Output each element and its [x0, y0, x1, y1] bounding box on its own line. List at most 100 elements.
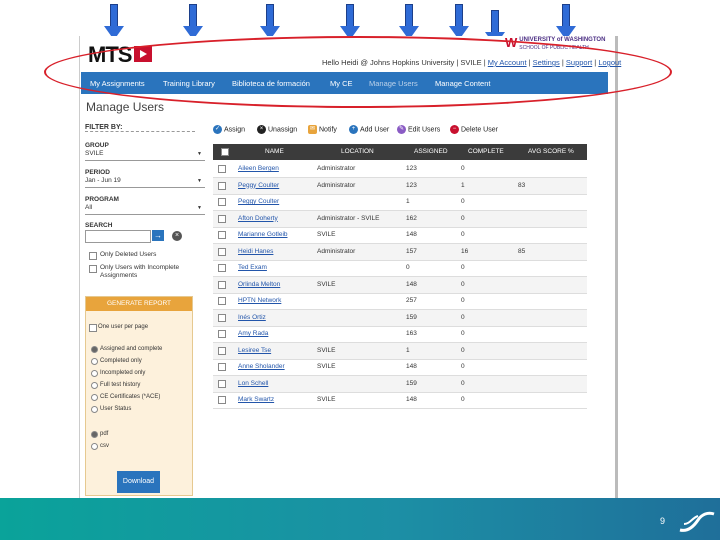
- format-csv-radio[interactable]: [91, 443, 98, 450]
- table-row[interactable]: Afton Doherty Administrator - SVILE 162 0: [213, 210, 587, 228]
- program-select[interactable]: All ▼: [85, 204, 205, 215]
- location-cell: SVILE: [317, 280, 336, 288]
- assign-button[interactable]: ✓ Assign: [213, 125, 245, 134]
- plus-icon: +: [349, 125, 358, 134]
- unassign-button[interactable]: × Unassign: [257, 125, 297, 134]
- column-name[interactable]: NAME: [265, 148, 284, 155]
- table-row[interactable]: Ted Exam 0 0: [213, 260, 587, 277]
- option-incompleted-only-radio[interactable]: [91, 370, 98, 377]
- table-row[interactable]: Marianne Gotleib SVILE 148 0: [213, 227, 587, 244]
- edit-users-button[interactable]: ✎ Edit Users: [397, 125, 440, 134]
- row-checkbox[interactable]: [218, 379, 226, 388]
- table-row[interactable]: Anne Sholander SVILE 148 0: [213, 359, 587, 376]
- complete-cell: 16: [461, 247, 469, 255]
- row-checkbox[interactable]: [218, 165, 226, 173]
- user-name-link[interactable]: Ted Exam: [238, 264, 267, 271]
- table-row[interactable]: Mark Swartz SVILE 148 0: [213, 392, 587, 409]
- only-incomplete-checkbox[interactable]: [89, 265, 97, 273]
- table-row[interactable]: Amy Rada 163 0: [213, 326, 587, 343]
- option-label: User Status: [100, 406, 132, 412]
- select-all-checkbox[interactable]: [221, 148, 229, 156]
- complete-cell: 0: [461, 346, 465, 354]
- one-user-per-page-label: One user per page: [98, 324, 149, 330]
- row-checkbox[interactable]: [218, 363, 226, 371]
- x-icon: ×: [257, 125, 266, 134]
- option-user-status-radio[interactable]: [91, 406, 98, 413]
- format-pdf-radio[interactable]: [91, 431, 98, 438]
- option-label: Incompleted only: [100, 370, 146, 376]
- user-name-link[interactable]: Lon Schell: [238, 380, 268, 387]
- table-row[interactable]: Orlinda Melton SVILE 148 0: [213, 276, 587, 294]
- row-checkbox[interactable]: [218, 214, 226, 223]
- download-button[interactable]: Download: [117, 471, 160, 493]
- row-checkbox[interactable]: [218, 181, 226, 190]
- assigned-cell: 257: [406, 297, 417, 304]
- column-avg-score[interactable]: AVG SCORE %: [528, 148, 574, 155]
- caret-down-icon: ▼: [197, 178, 202, 184]
- avg-score-cell: 83: [518, 181, 526, 189]
- user-name-link[interactable]: Lesiree Tse: [238, 347, 271, 354]
- user-name-link[interactable]: Aileen Bergen: [238, 165, 279, 172]
- check-icon: ✓: [213, 125, 222, 134]
- location-cell: SVILE: [317, 346, 336, 354]
- option-assigned-complete-radio[interactable]: [91, 346, 98, 353]
- row-checkbox[interactable]: [218, 396, 226, 404]
- option-completed-only-radio[interactable]: [91, 358, 98, 365]
- only-deleted-checkbox[interactable]: [89, 252, 97, 260]
- row-checkbox[interactable]: [218, 264, 226, 272]
- table-row[interactable]: HPTN Network 257 0: [213, 293, 587, 310]
- row-checkbox[interactable]: [218, 313, 226, 322]
- caret-down-icon: ▼: [197, 151, 202, 157]
- group-select[interactable]: SVILE ▼: [85, 150, 205, 161]
- complete-cell: 0: [461, 280, 465, 288]
- column-assigned[interactable]: ASSIGNED: [414, 148, 448, 155]
- table-row[interactable]: Lesiree Tse SVILE 1 0: [213, 342, 587, 360]
- table-row[interactable]: Peggy Coulter 1 0: [213, 194, 587, 211]
- search-go-arrow-icon[interactable]: →: [152, 230, 164, 241]
- user-name-link[interactable]: Peggy Coulter: [238, 198, 279, 205]
- complete-cell: 0: [461, 313, 465, 321]
- generate-report-button[interactable]: GENERATE REPORT: [86, 297, 192, 311]
- user-name-link[interactable]: Amy Rada: [238, 330, 268, 337]
- user-name-link[interactable]: Inés Ortiz: [238, 314, 266, 321]
- row-checkbox[interactable]: [218, 231, 226, 239]
- row-checkbox[interactable]: [218, 280, 226, 289]
- search-input[interactable]: [85, 230, 151, 243]
- one-user-per-page-checkbox[interactable]: [89, 324, 97, 332]
- user-name-link[interactable]: HPTN Network: [238, 297, 281, 304]
- highlight-ellipse: [44, 36, 672, 108]
- notify-button[interactable]: ✉ Notify: [308, 125, 337, 134]
- table-row[interactable]: Aileen Bergen Administrator 123 0: [213, 161, 587, 178]
- table-row[interactable]: Peggy Coulter Administrator 123 1 83: [213, 177, 587, 195]
- option-ce-certificates-radio[interactable]: [91, 394, 98, 401]
- option-full-test-history-radio[interactable]: [91, 382, 98, 389]
- search-clear-icon[interactable]: ×: [172, 231, 182, 241]
- row-checkbox[interactable]: [218, 346, 226, 355]
- envelope-icon: ✉: [308, 125, 317, 134]
- user-name-link[interactable]: Heidi Hanes: [238, 248, 273, 255]
- minus-icon: −: [450, 125, 459, 134]
- slide-footer: [0, 498, 720, 540]
- period-select[interactable]: Jan - Jun 19 ▼: [85, 177, 205, 188]
- table-row[interactable]: Heidi Hanes Administrator 157 16 85: [213, 243, 587, 261]
- user-name-link[interactable]: Peggy Coulter: [238, 182, 279, 189]
- column-complete[interactable]: COMPLETE: [468, 148, 504, 155]
- user-name-link[interactable]: Marianne Gotleib: [238, 231, 288, 238]
- table-row[interactable]: Inés Ortiz 159 0: [213, 309, 587, 327]
- user-name-link[interactable]: Orlinda Melton: [238, 281, 280, 288]
- complete-cell: 0: [461, 396, 465, 403]
- user-name-link[interactable]: Anne Sholander: [238, 363, 285, 370]
- table-row[interactable]: Lon Schell 159 0: [213, 375, 587, 393]
- row-checkbox[interactable]: [218, 198, 226, 206]
- only-incomplete-label: Only Users with Incomplete Assignments: [100, 264, 180, 279]
- page-title: Manage Users: [86, 100, 165, 114]
- add-user-button[interactable]: + Add User: [349, 125, 389, 134]
- row-checkbox[interactable]: [218, 330, 226, 338]
- row-checkbox[interactable]: [218, 247, 226, 256]
- user-name-link[interactable]: Mark Swartz: [238, 396, 274, 403]
- caret-down-icon: ▼: [197, 205, 202, 211]
- delete-user-button[interactable]: − Delete User: [450, 125, 498, 134]
- column-location[interactable]: LOCATION: [341, 148, 374, 155]
- user-name-link[interactable]: Afton Doherty: [238, 215, 278, 222]
- row-checkbox[interactable]: [218, 297, 226, 305]
